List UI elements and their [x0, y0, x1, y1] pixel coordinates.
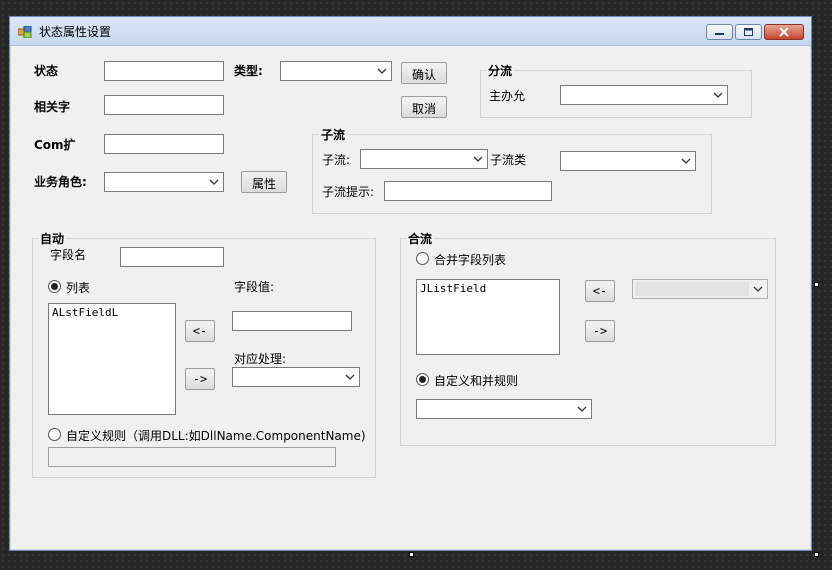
cancel-button[interactable]: 取消 [401, 96, 447, 118]
list-radio-label: 列表 [66, 281, 91, 295]
resize-handle-right[interactable] [814, 282, 819, 287]
right-arrow-label: -> [592, 324, 608, 338]
subflow-hint-label: 子流提示: [322, 185, 375, 199]
field-name-label: 字段名 [50, 248, 87, 262]
field-name-input[interactable] [120, 247, 224, 267]
merge-fields-label: 合并字段列表 [434, 253, 507, 267]
title-bar[interactable]: 状态属性设置 [10, 17, 811, 46]
merge-group-title: 合流 [406, 230, 435, 247]
auto-field-listbox[interactable]: ALstFieldL [48, 303, 176, 415]
chevron-down-icon [473, 156, 483, 162]
split-group-title: 分流 [486, 62, 515, 79]
confirm-button-label: 确认 [411, 68, 436, 82]
subflow-select[interactable] [360, 149, 488, 169]
field-value-label: 字段值: [234, 280, 275, 294]
minimize-icon [715, 33, 724, 35]
resize-handle-bottom[interactable] [409, 552, 414, 557]
subflow-class-label: 子流类 [490, 153, 527, 167]
custom-rule-radio[interactable] [48, 428, 61, 441]
custom-rule-label: 自定义规则（调用DLL:如DllName.ComponentName) [66, 429, 366, 443]
chevron-down-icon [681, 158, 691, 164]
subflow-group-title: 子流 [319, 126, 348, 143]
custom-rule-input[interactable] [48, 447, 336, 467]
chevron-down-icon [753, 286, 763, 292]
chevron-down-icon [377, 68, 387, 74]
merge-field-select[interactable] [632, 279, 768, 299]
chevron-down-icon [345, 374, 355, 380]
custom-merge-label: 自定义和并规则 [434, 374, 519, 388]
merge-move-left-button[interactable]: <- [585, 280, 615, 302]
host-select[interactable] [560, 85, 728, 105]
auto-move-right-button[interactable]: -> [185, 368, 215, 390]
subflow-class-select[interactable] [560, 151, 696, 171]
handle-select[interactable] [232, 367, 360, 387]
select-disabled-fill [635, 282, 749, 296]
minimize-button[interactable] [706, 24, 733, 40]
state-label: 状态 [34, 64, 59, 78]
app-icon [18, 26, 32, 38]
form-window: 状态属性设置 状态 类型: 确认 取消 相关字 Com扩 业务角色: 属性 分流… [9, 16, 812, 551]
type-select[interactable] [280, 61, 392, 81]
com-input[interactable] [104, 134, 224, 154]
com-label: Com扩 [34, 138, 76, 152]
role-label: 业务角色: [34, 175, 87, 189]
right-arrow-label: -> [192, 372, 208, 386]
subflow-hint-input[interactable] [384, 181, 552, 201]
subflow-group [312, 134, 712, 214]
related-input[interactable] [104, 95, 224, 115]
related-label: 相关字 [34, 100, 71, 114]
resize-handle-corner[interactable] [814, 552, 819, 557]
handle-label: 对应处理: [234, 352, 287, 366]
auto-group-title: 自动 [38, 230, 67, 247]
merge-move-right-button[interactable]: -> [585, 320, 615, 342]
custom-merge-radio[interactable] [416, 373, 429, 386]
host-label: 主办允 [489, 89, 526, 103]
maximize-button[interactable] [735, 24, 762, 40]
custom-merge-select[interactable] [416, 399, 592, 419]
chevron-down-icon [209, 179, 219, 185]
list-radio[interactable] [48, 280, 61, 293]
list-item[interactable]: JListField [420, 282, 556, 295]
state-input[interactable] [104, 61, 224, 81]
left-arrow-label: <- [592, 284, 608, 298]
maximize-icon [744, 28, 753, 36]
property-button[interactable]: 属性 [241, 171, 287, 193]
list-item[interactable]: ALstFieldL [52, 306, 172, 319]
role-select[interactable] [104, 172, 224, 192]
chevron-down-icon [713, 92, 723, 98]
field-value-input[interactable] [232, 311, 352, 331]
auto-move-left-button[interactable]: <- [185, 320, 215, 342]
close-button[interactable] [764, 24, 804, 40]
confirm-button[interactable]: 确认 [401, 62, 447, 84]
merge-fields-radio[interactable] [416, 252, 429, 265]
type-label: 类型: [234, 64, 263, 78]
property-button-label: 属性 [251, 177, 276, 191]
merge-field-listbox[interactable]: JListField [416, 279, 560, 355]
left-arrow-label: <- [192, 324, 208, 338]
chevron-down-icon [577, 406, 587, 412]
cancel-button-label: 取消 [411, 102, 436, 116]
close-icon [779, 27, 789, 37]
subflow-label: 子流: [322, 153, 351, 167]
window-title: 状态属性设置 [39, 25, 112, 39]
form-client-area: 状态 类型: 确认 取消 相关字 Com扩 业务角色: 属性 分流 主办允 子流… [16, 46, 807, 546]
